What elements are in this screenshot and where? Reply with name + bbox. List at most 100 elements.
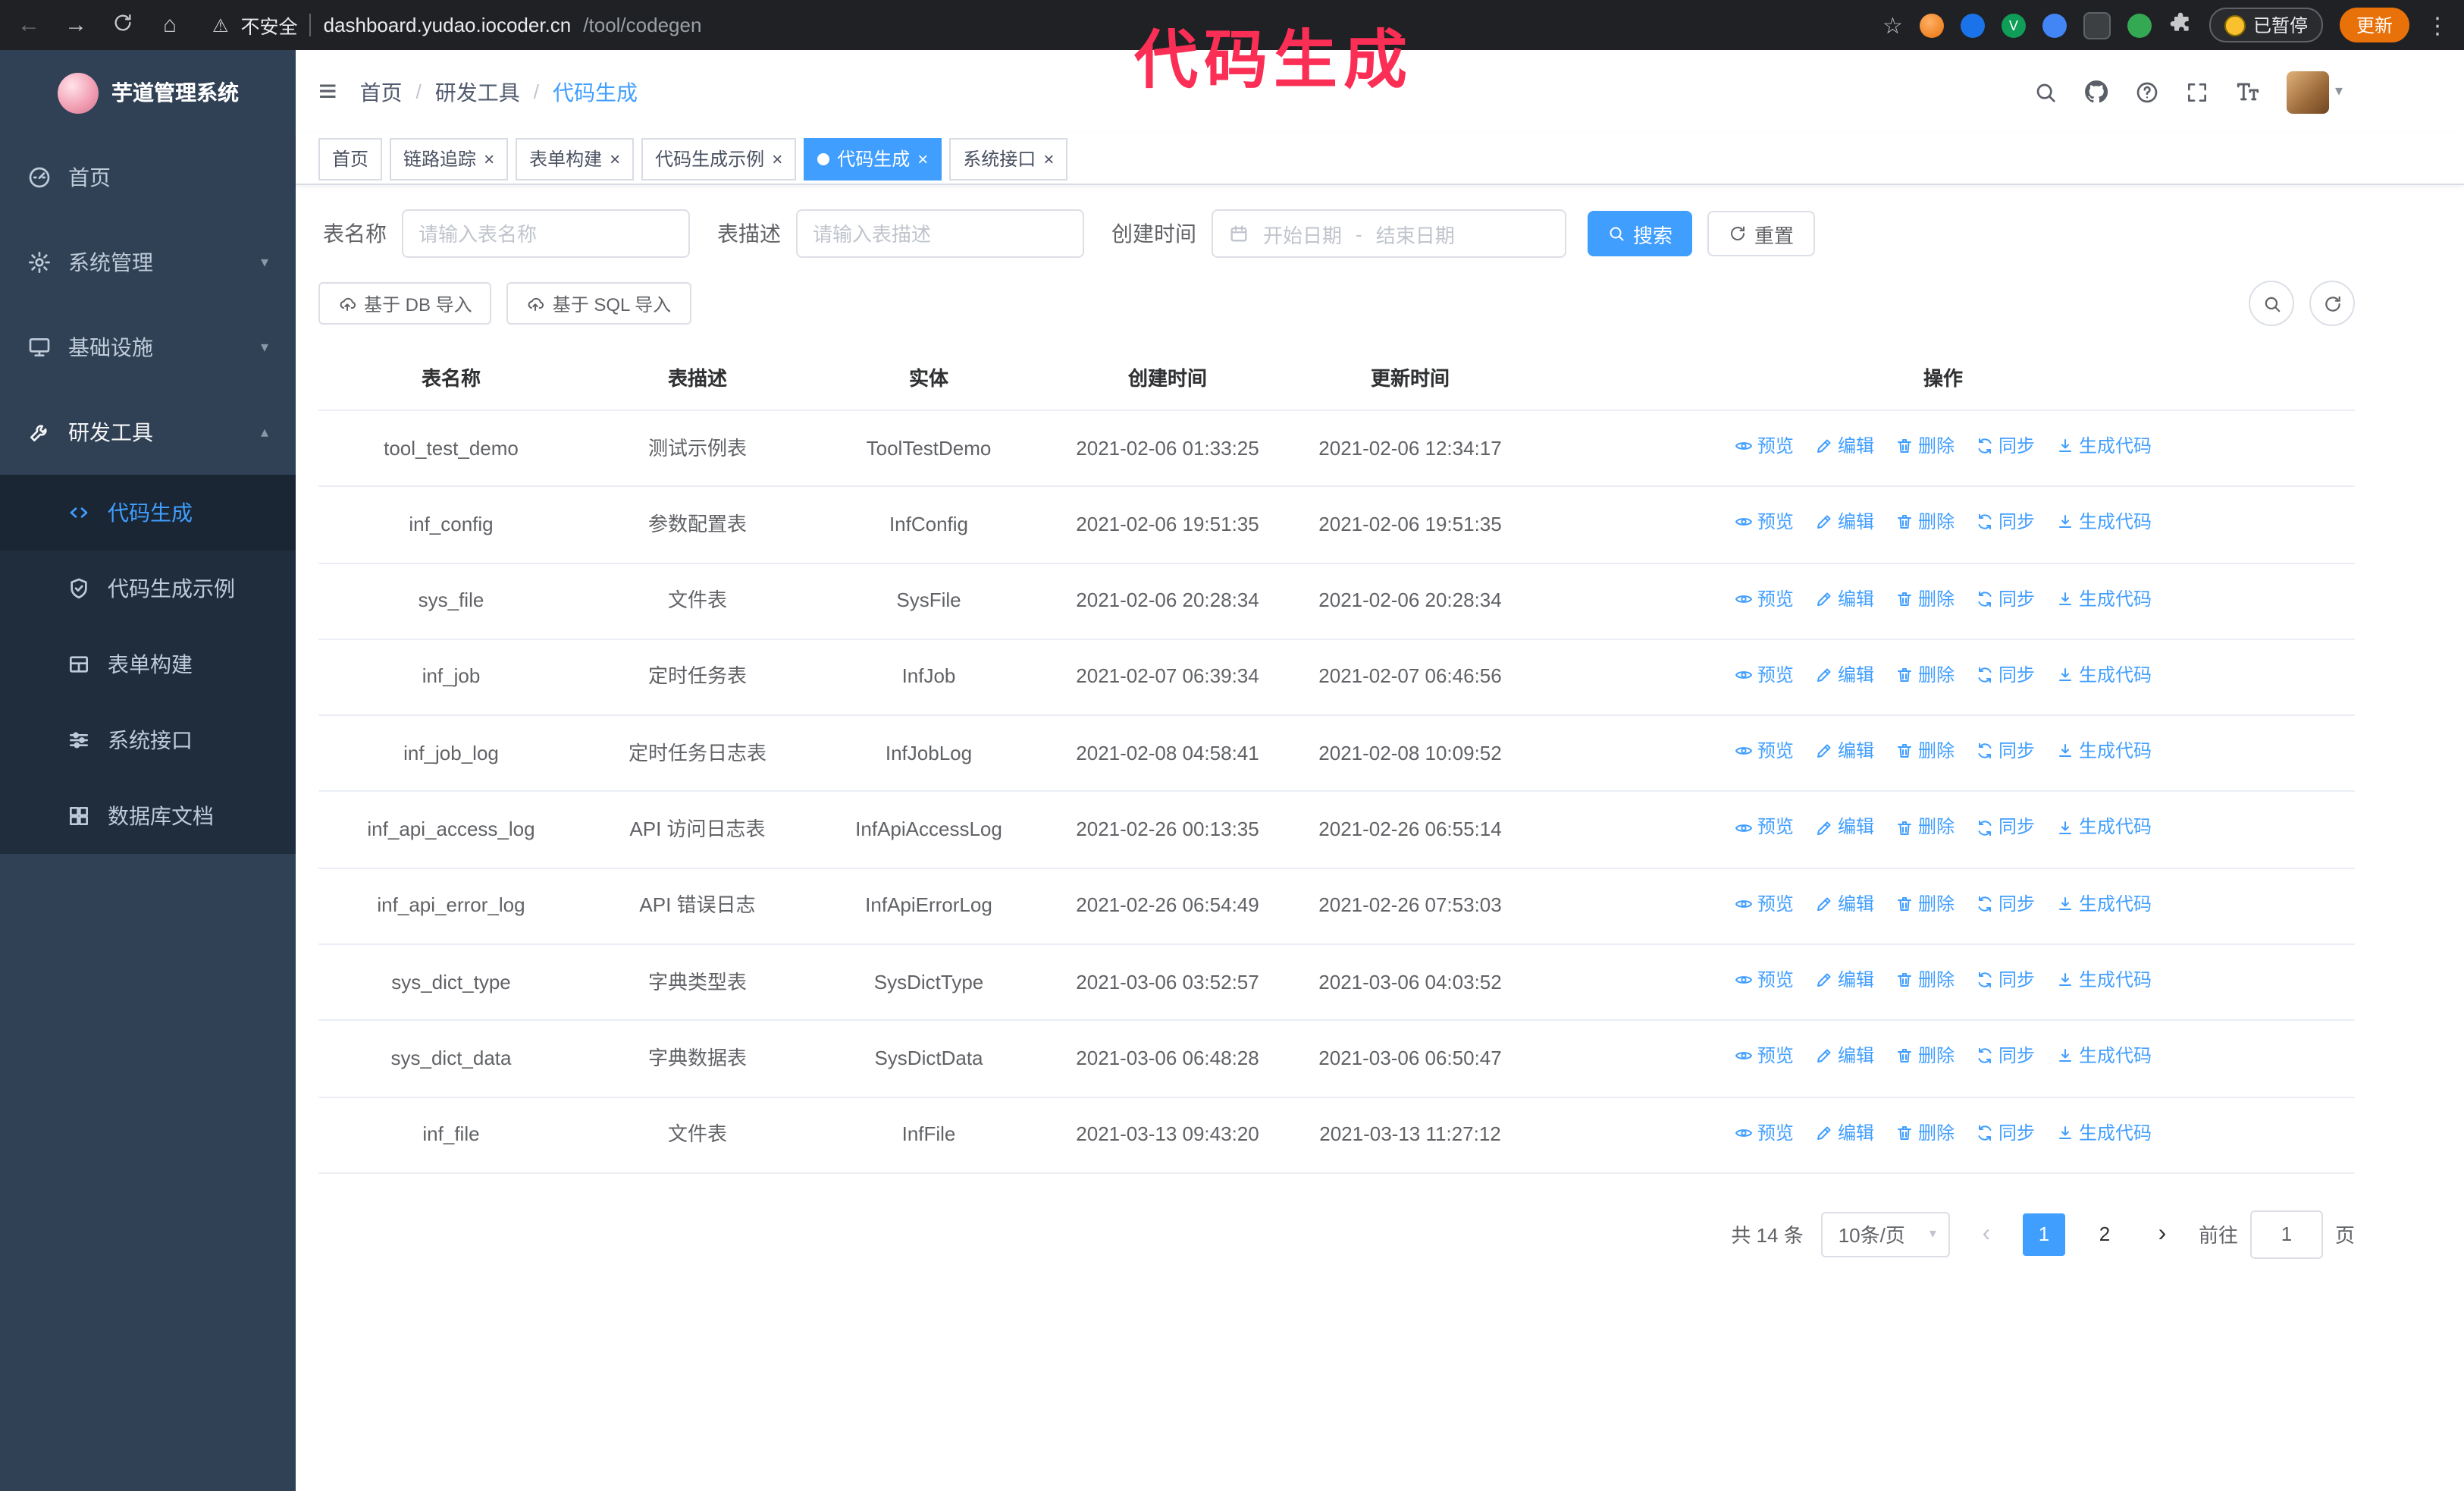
- sidebar-subitem-codegen[interactable]: 代码生成: [0, 475, 296, 551]
- tab-system-api[interactable]: 系统接口 ×: [949, 137, 1068, 180]
- prev-page-button[interactable]: ‹: [1968, 1213, 2005, 1256]
- action-download-link[interactable]: 生成代码: [2056, 583, 2152, 614]
- extension-icon-v[interactable]: V: [2001, 13, 2026, 37]
- action-download-link[interactable]: 生成代码: [2056, 507, 2152, 538]
- action-delete-link[interactable]: 删除: [1895, 812, 1955, 843]
- browser-forward-icon[interactable]: →: [62, 12, 89, 38]
- action-delete-link[interactable]: 删除: [1895, 660, 1955, 691]
- breadcrumb-dev-tools[interactable]: 研发工具: [435, 77, 520, 107]
- action-edit-link[interactable]: 编辑: [1815, 812, 1874, 843]
- action-delete-link[interactable]: 删除: [1895, 736, 1955, 767]
- close-icon[interactable]: ×: [484, 149, 494, 168]
- action-sync-link[interactable]: 同步: [1976, 1041, 2035, 1072]
- font-size-icon[interactable]: [2235, 79, 2261, 105]
- goto-page-input[interactable]: [2249, 1210, 2323, 1259]
- action-eye-link[interactable]: 预览: [1735, 812, 1794, 843]
- tab-codegen[interactable]: 代码生成 ×: [804, 137, 942, 180]
- close-icon[interactable]: ×: [772, 149, 782, 168]
- import-sql-button[interactable]: 基于 SQL 导入: [506, 282, 691, 325]
- browser-menu-icon[interactable]: ⋮: [2426, 11, 2449, 39]
- action-edit-link[interactable]: 编辑: [1815, 736, 1874, 767]
- action-edit-link[interactable]: 编辑: [1815, 431, 1874, 462]
- search-toggle-button[interactable]: [2249, 281, 2294, 326]
- action-delete-link[interactable]: 删除: [1895, 1041, 1955, 1072]
- extension-icon-fox[interactable]: [1919, 13, 1944, 37]
- extension-icon-drop[interactable]: [1960, 13, 1985, 37]
- table-name-input[interactable]: [402, 209, 690, 258]
- action-edit-link[interactable]: 编辑: [1815, 888, 1874, 919]
- action-download-link[interactable]: 生成代码: [2056, 888, 2152, 919]
- address-bar[interactable]: ⚠ 不安全 dashboard.yudao.iocoder.cn/tool/co…: [212, 11, 701, 39]
- action-delete-link[interactable]: 删除: [1895, 431, 1955, 462]
- sidebar-toggle-icon[interactable]: ≡: [318, 76, 337, 108]
- extension-icon-leaf[interactable]: [2127, 13, 2152, 37]
- action-delete-link[interactable]: 删除: [1895, 965, 1955, 996]
- refresh-button[interactable]: [2309, 281, 2355, 326]
- action-eye-link[interactable]: 预览: [1735, 660, 1794, 691]
- extensions-puzzle-icon[interactable]: [2168, 11, 2193, 39]
- security-label[interactable]: 不安全: [241, 11, 298, 39]
- action-edit-link[interactable]: 编辑: [1815, 965, 1874, 996]
- action-download-link[interactable]: 生成代码: [2056, 1041, 2152, 1072]
- action-eye-link[interactable]: 预览: [1735, 736, 1794, 767]
- action-eye-link[interactable]: 预览: [1735, 1117, 1794, 1148]
- action-sync-link[interactable]: 同步: [1976, 1117, 2035, 1148]
- action-sync-link[interactable]: 同步: [1976, 507, 2035, 538]
- fullscreen-icon[interactable]: [2185, 80, 2209, 104]
- extension-icon-capture[interactable]: [2083, 11, 2111, 39]
- extension-icon-people[interactable]: [2042, 13, 2067, 37]
- action-sync-link[interactable]: 同步: [1976, 965, 2035, 996]
- action-edit-link[interactable]: 编辑: [1815, 1041, 1874, 1072]
- page-size-select[interactable]: 10条/页 ▾: [1821, 1211, 1950, 1257]
- action-sync-link[interactable]: 同步: [1976, 583, 2035, 614]
- action-delete-link[interactable]: 删除: [1895, 888, 1955, 919]
- browser-home-icon[interactable]: ⌂: [156, 12, 183, 38]
- action-sync-link[interactable]: 同步: [1976, 888, 2035, 919]
- tab-home[interactable]: 首页: [318, 137, 383, 180]
- action-sync-link[interactable]: 同步: [1976, 812, 2035, 843]
- action-sync-link[interactable]: 同步: [1976, 660, 2035, 691]
- action-edit-link[interactable]: 编辑: [1815, 507, 1874, 538]
- github-icon[interactable]: [2083, 79, 2109, 105]
- sidebar-item-dev-tools[interactable]: 研发工具 ▴: [0, 390, 296, 475]
- action-edit-link[interactable]: 编辑: [1815, 583, 1874, 614]
- tab-codegen-example[interactable]: 代码生成示例 ×: [641, 137, 797, 180]
- browser-update-button[interactable]: 更新: [2339, 8, 2409, 42]
- action-sync-link[interactable]: 同步: [1976, 736, 2035, 767]
- page-1-button[interactable]: 1: [2022, 1213, 2065, 1256]
- action-edit-link[interactable]: 编辑: [1815, 1117, 1874, 1148]
- close-icon[interactable]: ×: [917, 149, 928, 168]
- table-desc-input[interactable]: [796, 209, 1084, 258]
- action-edit-link[interactable]: 编辑: [1815, 660, 1874, 691]
- action-eye-link[interactable]: 预览: [1735, 888, 1794, 919]
- action-download-link[interactable]: 生成代码: [2056, 812, 2152, 843]
- import-db-button[interactable]: 基于 DB 导入: [318, 282, 492, 325]
- browser-reload-icon[interactable]: [109, 11, 136, 39]
- tab-form-builder[interactable]: 表单构建 ×: [516, 137, 635, 180]
- reset-button[interactable]: 重置: [1707, 211, 1816, 256]
- close-icon[interactable]: ×: [1043, 149, 1054, 168]
- user-avatar[interactable]: ▾: [2286, 71, 2343, 113]
- breadcrumb-home[interactable]: 首页: [360, 77, 403, 107]
- sidebar-item-home[interactable]: 首页: [0, 135, 296, 220]
- page-2-button[interactable]: 2: [2083, 1213, 2126, 1256]
- help-icon[interactable]: [2135, 80, 2159, 104]
- bookmark-star-icon[interactable]: ☆: [1882, 11, 1903, 39]
- action-sync-link[interactable]: 同步: [1976, 431, 2035, 462]
- action-eye-link[interactable]: 预览: [1735, 507, 1794, 538]
- sidebar-subitem-codegen-example[interactable]: 代码生成示例: [0, 551, 296, 626]
- sidebar-item-infrastructure[interactable]: 基础设施 ▾: [0, 305, 296, 390]
- action-download-link[interactable]: 生成代码: [2056, 431, 2152, 462]
- next-page-button[interactable]: ›: [2144, 1213, 2180, 1256]
- sidebar-subitem-db-docs[interactable]: 数据库文档: [0, 778, 296, 854]
- action-download-link[interactable]: 生成代码: [2056, 1117, 2152, 1148]
- sidebar-subitem-system-api[interactable]: 系统接口: [0, 702, 296, 778]
- close-icon[interactable]: ×: [610, 149, 620, 168]
- search-icon[interactable]: [2033, 80, 2058, 104]
- action-delete-link[interactable]: 删除: [1895, 1117, 1955, 1148]
- sidebar-subitem-form-builder[interactable]: 表单构建: [0, 626, 296, 702]
- action-delete-link[interactable]: 删除: [1895, 583, 1955, 614]
- action-eye-link[interactable]: 预览: [1735, 583, 1794, 614]
- action-download-link[interactable]: 生成代码: [2056, 965, 2152, 996]
- date-range-picker[interactable]: 开始日期 - 结束日期: [1212, 209, 1566, 258]
